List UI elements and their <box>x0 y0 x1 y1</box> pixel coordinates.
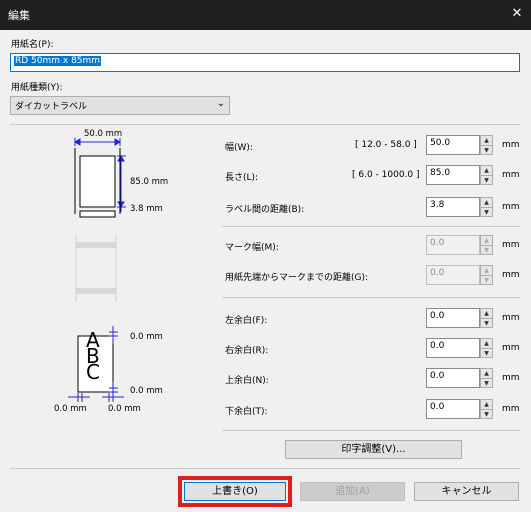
gap-spinner[interactable]: ▲ ▼ <box>480 197 493 217</box>
spin-down-icon[interactable]: ▼ <box>481 176 492 185</box>
paper-type-label: 用紙種類(Y): <box>11 83 63 93</box>
mark-diagram <box>75 236 117 302</box>
gap-label: ラベル間の距離(B): <box>225 205 305 215</box>
spin-up-icon[interactable]: ▲ <box>481 236 492 246</box>
spin-up-icon[interactable]: ▲ <box>481 198 492 208</box>
top-margin-input[interactable]: 0.0 <box>426 368 480 388</box>
left-margin-input[interactable]: 0.0 <box>426 308 480 328</box>
bottom-margin-unit: mm <box>502 404 520 414</box>
cancel-button[interactable]: キャンセル <box>414 482 519 501</box>
overwrite-button[interactable]: 上書き(O) <box>184 482 286 501</box>
mark-width-unit: mm <box>502 240 520 250</box>
chevron-down-icon: ⌄ <box>216 98 225 109</box>
bottom-margin-input[interactable]: 0.0 <box>426 399 480 419</box>
top-margin-spinner[interactable]: ▲ ▼ <box>480 368 493 388</box>
length-range: [ 6.0 - 1000.0 ] <box>352 170 420 180</box>
mark-distance-spinner[interactable]: ▲ ▼ <box>480 265 493 285</box>
length-unit: mm <box>502 170 520 180</box>
print-adjust-button[interactable]: 印字調整(V)... <box>285 440 462 459</box>
gap-unit: mm <box>502 202 520 212</box>
right-margin-input[interactable]: 0.0 <box>426 338 480 358</box>
divider <box>222 297 520 298</box>
length-spinner[interactable]: ▲ ▼ <box>480 165 493 185</box>
mark-width-input[interactable]: 0.0 <box>426 235 480 255</box>
left-margin-spinner[interactable]: ▲ ▼ <box>480 308 493 328</box>
mark-width-spinner[interactable]: ▲ ▼ <box>480 235 493 255</box>
diagram-width-label: 50.0 mm <box>84 129 123 139</box>
diagram-right-margin: 0.0 mm <box>108 404 141 414</box>
divider <box>222 430 520 431</box>
left-margin-label: 左余白(F): <box>225 316 268 326</box>
diagram-bottom-margin: 0.0 mm <box>130 386 163 396</box>
spin-down-icon[interactable]: ▼ <box>481 146 492 155</box>
paper-type-select[interactable]: ダイカットラベル ⌄ <box>10 96 230 115</box>
spin-down-icon[interactable]: ▼ <box>481 349 492 358</box>
bottom-margin-label: 下余白(T): <box>225 407 268 417</box>
spin-down-icon[interactable]: ▼ <box>481 410 492 419</box>
width-input[interactable]: 50.0 <box>426 135 480 155</box>
window-title: 編集 <box>8 9 30 22</box>
spin-up-icon[interactable]: ▲ <box>481 400 492 410</box>
width-spinner[interactable]: ▲ ▼ <box>480 135 493 155</box>
close-icon[interactable]: ✕ <box>507 4 527 24</box>
spin-up-icon[interactable]: ▲ <box>481 369 492 379</box>
diagram-gap-label: 3.8 mm <box>130 204 163 214</box>
paper-name-label: 用紙名(P): <box>11 40 54 50</box>
paper-name-input[interactable]: RD 50mm x 85mm <box>10 53 520 72</box>
paper-type-value: ダイカットラベル <box>15 102 88 112</box>
left-margin-unit: mm <box>502 313 520 323</box>
divider <box>10 124 520 125</box>
length-input[interactable]: 85.0 <box>426 165 480 185</box>
bottom-margin-spinner[interactable]: ▲ ▼ <box>480 399 493 419</box>
spin-down-icon[interactable]: ▼ <box>481 246 492 255</box>
mark-distance-input[interactable]: 0.0 <box>426 265 480 285</box>
diagram-top-margin: 0.0 mm <box>130 332 163 342</box>
right-margin-spinner[interactable]: ▲ ▼ <box>480 338 493 358</box>
spin-up-icon[interactable]: ▲ <box>481 166 492 176</box>
add-button[interactable]: 追加(A) <box>300 482 405 501</box>
divider <box>222 226 520 227</box>
top-margin-unit: mm <box>502 373 520 383</box>
mark-distance-label: 用紙先端からマークまでの距離(G): <box>225 273 369 283</box>
paper-name-value: RD 50mm x 85mm <box>14 56 102 66</box>
spin-down-icon[interactable]: ▼ <box>481 379 492 388</box>
spin-down-icon[interactable]: ▼ <box>481 276 492 285</box>
abc-letters: A B C <box>86 330 100 384</box>
width-range: [ 12.0 - 58.0 ] <box>355 140 417 150</box>
mark-width-label: マーク幅(M): <box>225 243 279 253</box>
divider <box>10 468 520 469</box>
spin-down-icon[interactable]: ▼ <box>481 208 492 217</box>
top-margin-label: 上余白(N): <box>225 376 269 386</box>
right-margin-label: 右余白(R): <box>225 346 269 356</box>
width-label: 幅(W): <box>225 143 253 153</box>
length-label: 長さ(L): <box>225 173 259 183</box>
width-unit: mm <box>502 140 520 150</box>
spin-up-icon[interactable]: ▲ <box>481 136 492 146</box>
spin-down-icon[interactable]: ▼ <box>481 319 492 328</box>
title-bar: 編集 ✕ <box>0 0 531 30</box>
diagram-left-margin: 0.0 mm <box>54 404 87 414</box>
spin-up-icon[interactable]: ▲ <box>481 339 492 349</box>
diagram-height-label: 85.0 mm <box>130 177 169 187</box>
mark-distance-unit: mm <box>502 270 520 280</box>
letter-c: C <box>86 360 100 384</box>
spin-up-icon[interactable]: ▲ <box>481 309 492 319</box>
gap-input[interactable]: 3.8 <box>426 197 480 217</box>
right-margin-unit: mm <box>502 343 520 353</box>
spin-up-icon[interactable]: ▲ <box>481 266 492 276</box>
